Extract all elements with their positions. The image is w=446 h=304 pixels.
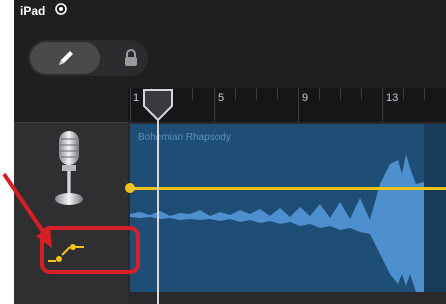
- empty-lane: [424, 124, 446, 292]
- track-lane[interactable]: Bohemian Rhapsody: [125, 122, 446, 304]
- ruler-tick: [319, 88, 320, 100]
- automation-point[interactable]: [125, 183, 135, 193]
- ruler-marker: 5: [218, 92, 225, 104]
- ruler-tick: [361, 88, 362, 100]
- ruler-tick: [277, 88, 278, 100]
- annotation-highlight: [40, 226, 140, 274]
- ruler-marker: 13: [386, 92, 399, 104]
- region-name: Bohemian Rhapsody: [138, 132, 231, 143]
- ruler-tick: [340, 88, 341, 100]
- ruler-marker: 9: [302, 92, 309, 104]
- pencil-icon: [59, 51, 73, 65]
- ruler-tick: [256, 88, 257, 100]
- pencil-button[interactable]: [30, 42, 100, 74]
- ruler-tick: [382, 88, 383, 122]
- ruler-spacer: [14, 88, 128, 122]
- ruler-tick: [130, 88, 131, 122]
- audio-region[interactable]: Bohemian Rhapsody: [130, 124, 424, 292]
- status-bar: iPad: [14, 0, 446, 22]
- device-label: iPad: [20, 4, 46, 18]
- garageband-screen: iPad 1 5 9 13 Bohemian Rhapsody: [0, 0, 446, 304]
- ruler-tick: [424, 88, 425, 100]
- playhead-line: [157, 108, 159, 304]
- rotation-lock-icon: [55, 3, 67, 15]
- playhead-handle[interactable]: [142, 88, 174, 122]
- ruler-tick: [192, 88, 193, 100]
- ruler-scale[interactable]: 1 5 9 13: [128, 88, 446, 122]
- ruler-tick: [298, 88, 299, 122]
- ruler-tick: [403, 88, 404, 100]
- ruler-tick: [214, 88, 215, 122]
- waveform: [130, 154, 424, 292]
- edit-mode-toggle[interactable]: [28, 40, 148, 76]
- timeline-ruler[interactable]: 1 5 9 13: [14, 88, 446, 122]
- ruler-marker: 1: [133, 92, 140, 104]
- automation-line[interactable]: [128, 187, 446, 190]
- ruler-tick: [235, 88, 236, 100]
- lock-icon[interactable]: [124, 49, 138, 67]
- header: iPad: [14, 0, 446, 88]
